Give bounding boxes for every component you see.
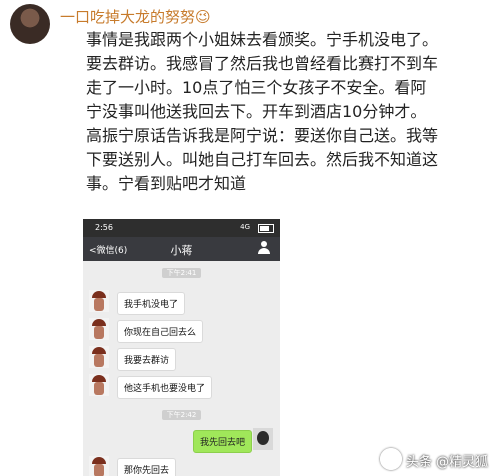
- status-time: 2:56: [95, 223, 113, 232]
- message-bubble[interactable]: 我手机没电了: [117, 292, 186, 315]
- post-line: 高振宁原话告诉我是阿宁说：要送你自己送。我等: [86, 126, 439, 145]
- timestamp: 下午2:42: [83, 410, 280, 420]
- chat-screenshot[interactable]: 2:56 4G <微信(6) 小蒋 下午2:41 我手机没电了 你现在自己回去么…: [83, 219, 280, 476]
- message-bubble[interactable]: 你现在自己回去么: [117, 320, 204, 343]
- watermark: 头条 @精灵狐: [405, 455, 488, 470]
- chat-header: <微信(6) 小蒋: [83, 237, 280, 261]
- battery-icon: [258, 224, 274, 233]
- watermark-logo-icon: [380, 448, 402, 470]
- post-body: 事情是我跟两个小姐妹去看颁奖。宁手机没电了。 要去群访。我感冒了然后我也曾经看比…: [86, 28, 492, 196]
- post-line: 事。宁看到贴吧才知道: [86, 174, 247, 193]
- outgoing-message-row: 我先回去吧: [193, 428, 273, 453]
- post-line: 下要送别人。叫她自己打车回去。然后我不知道这: [86, 150, 439, 169]
- contact-avatar-icon[interactable]: [89, 456, 109, 476]
- profile-icon[interactable]: [258, 241, 270, 255]
- contact-avatar-icon[interactable]: [89, 346, 109, 368]
- post-line: 要去群访。我感冒了然后我也曾经看比赛打不到车: [86, 54, 439, 73]
- contact-avatar-icon[interactable]: [89, 374, 109, 396]
- contact-avatar-icon[interactable]: [89, 290, 109, 312]
- chat-title: 小蒋: [170, 244, 193, 257]
- post-line: 走了一小时。10点了怕三个女孩子不安全。看阿: [86, 78, 427, 97]
- username[interactable]: 一口吃掉大龙的努努😉: [60, 6, 211, 27]
- message-bubble[interactable]: 他这手机也要没电了: [117, 376, 213, 399]
- message-bubble[interactable]: 那你先回去: [117, 458, 177, 476]
- post-line: 事情是我跟两个小姐妹去看颁奖。宁手机没电了。: [86, 30, 439, 49]
- outgoing-message-bubble[interactable]: 我先回去吧: [193, 430, 253, 453]
- contact-avatar-icon[interactable]: [89, 318, 109, 340]
- message-bubble[interactable]: 我要去群访: [117, 348, 177, 371]
- post-line: 宁没事叫他送我回去下。开车到酒店10分钟才。: [86, 102, 427, 121]
- timestamp: 下午2:41: [83, 268, 280, 278]
- signal-icon: 4G: [240, 223, 250, 231]
- user-avatar[interactable]: [10, 4, 50, 44]
- status-bar: 2:56 4G: [83, 219, 280, 237]
- self-avatar-icon[interactable]: [253, 428, 273, 450]
